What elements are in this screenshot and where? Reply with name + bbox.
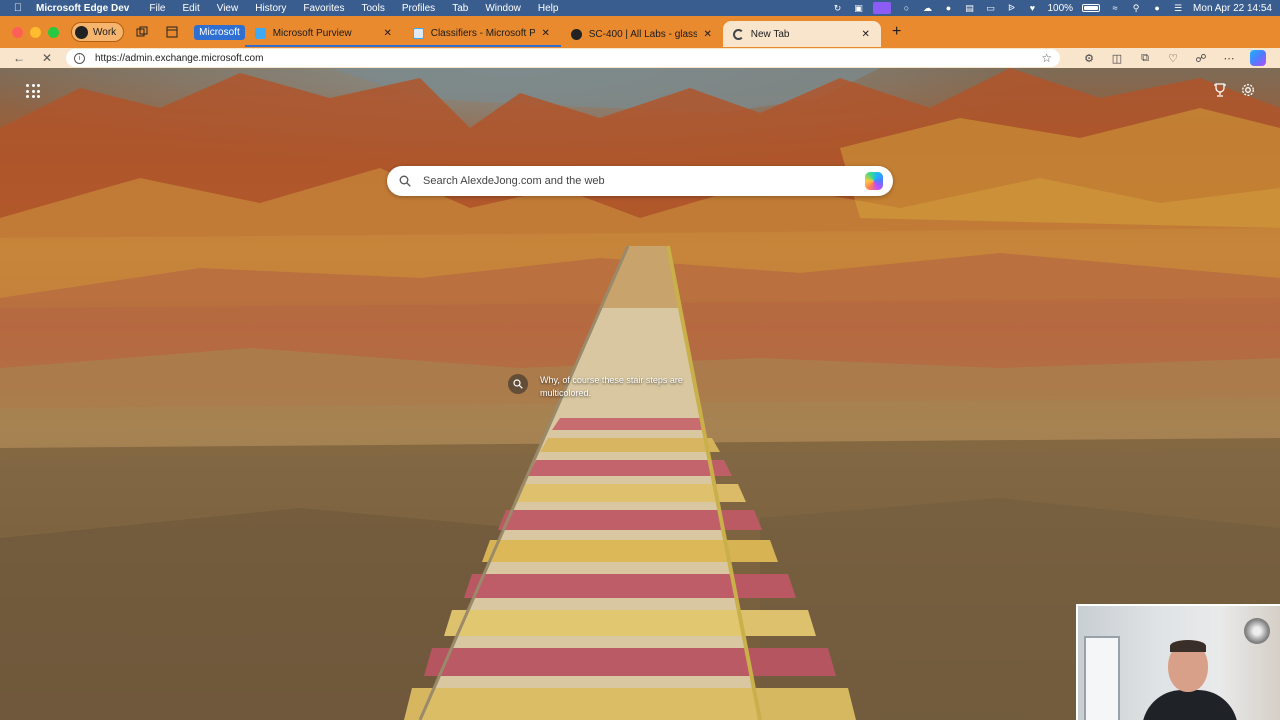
window-controls <box>12 26 59 38</box>
tab-title: Classifiers - Microsoft Purview <box>430 27 535 39</box>
address-bar-url[interactable]: https://admin.exchange.microsoft.com <box>95 53 1041 64</box>
close-tab-icon[interactable]: ✕ <box>539 28 553 39</box>
close-tab-icon[interactable]: ✕ <box>859 29 873 40</box>
document-icon[interactable]: ▤ <box>963 3 975 13</box>
more-options-icon[interactable]: ⋯ <box>1222 51 1236 65</box>
browser-toolbar: ← ✕ i https://admin.exchange.microsoft.c… <box>0 48 1280 68</box>
spotlight-search-icon[interactable]: ⚲ <box>1130 3 1142 13</box>
browser-essentials-icon[interactable]: ♡ <box>1166 51 1180 65</box>
copilot-search-icon[interactable] <box>865 172 883 190</box>
macos-menu-bar:  Microsoft Edge Dev File Edit View Hist… <box>0 0 1280 16</box>
menu-file[interactable]: File <box>149 3 165 14</box>
copilot-icon[interactable] <box>1250 50 1266 66</box>
web-search-box[interactable] <box>387 166 893 196</box>
favorite-star-icon[interactable]: ☆ <box>1041 51 1052 65</box>
menu-tools[interactable]: Tools <box>361 3 384 14</box>
bluetooth-icon[interactable]: ᐉ <box>1005 3 1017 13</box>
tab-actions-icon <box>166 26 178 38</box>
menu-profiles[interactable]: Profiles <box>402 3 435 14</box>
circle-status-icon[interactable]: ○ <box>900 3 912 13</box>
tab-microsoft-purview[interactable]: Microsoft Purview ✕ <box>244 21 403 47</box>
extensions-icon[interactable]: ⚙ <box>1082 51 1096 65</box>
purview-icon <box>412 27 424 39</box>
site-info-icon[interactable]: i <box>74 52 85 64</box>
menu-favorites[interactable]: Favorites <box>303 3 344 14</box>
page-settings-gear-icon[interactable] <box>1240 82 1256 98</box>
profile-avatar <box>75 25 88 39</box>
menu-edit[interactable]: Edit <box>182 3 199 14</box>
sync-icon[interactable]: ↻ <box>831 3 843 13</box>
rewards-trophy-icon[interactable] <box>1212 82 1228 98</box>
split-screen-icon[interactable]: ◫ <box>1110 51 1124 65</box>
control-center-icon[interactable]: ☰ <box>1172 3 1184 13</box>
collections-icon[interactable]: ⧉ <box>1138 51 1152 65</box>
tab-classifiers-purview[interactable]: Classifiers - Microsoft Purview ✕ <box>402 21 561 47</box>
status-area: ↻ ▣ ○ ☁ ● ▤ ▭ ᐉ ♥ 100% ≈ ⚲ ● ☰ Mon Apr 2… <box>831 2 1280 14</box>
toolbar-actions: ⚙ ◫ ⧉ ♡ ☍ ⋯ <box>1082 50 1266 66</box>
purview-icon <box>254 27 266 39</box>
wifi-icon[interactable]: ≈ <box>1109 3 1121 13</box>
webcam-background-window <box>1084 636 1120 720</box>
menu-tab[interactable]: Tab <box>452 3 468 14</box>
tab-title: New Tab <box>750 28 790 40</box>
tab-strip: Work Microsoft Microsoft Purview ✕ Class… <box>0 16 1280 48</box>
close-window-button[interactable] <box>12 26 23 38</box>
loading-spinner-icon <box>732 28 744 40</box>
back-arrow-icon[interactable]: ← <box>10 49 28 67</box>
menu-help[interactable]: Help <box>538 3 559 14</box>
tab-actions-button[interactable] <box>160 21 184 43</box>
close-tab-icon[interactable]: ✕ <box>701 29 715 40</box>
minimize-window-button[interactable] <box>30 26 41 38</box>
visual-search-icon[interactable] <box>508 374 528 394</box>
tab-new-tab[interactable]: New Tab ✕ <box>722 21 881 47</box>
app-menu: Microsoft Edge Dev File Edit View Histor… <box>36 3 575 14</box>
screen-record-icon[interactable]: ▣ <box>852 3 864 13</box>
menu-window[interactable]: Window <box>485 3 521 14</box>
app-launcher-icon[interactable] <box>26 84 40 98</box>
address-bar[interactable]: i https://admin.exchange.microsoft.com ☆ <box>66 49 1060 67</box>
search-input[interactable] <box>423 175 865 187</box>
menu-history[interactable]: History <box>255 3 286 14</box>
profile-label: Work <box>93 26 117 38</box>
close-tab-icon[interactable]: ✕ <box>381 28 395 39</box>
glasspaper-icon <box>570 28 582 40</box>
profile-button[interactable]: Work <box>71 22 125 42</box>
tab-glasspaper[interactable]: SC-400 | All Labs - glasspaper ✕ <box>561 21 723 47</box>
app-status-icon[interactable] <box>873 2 892 14</box>
display-icon[interactable]: ▭ <box>984 3 996 13</box>
zoom-window-button[interactable] <box>48 26 59 38</box>
heart-icon[interactable]: ♥ <box>1026 3 1038 13</box>
image-info-caption[interactable]: Why, of course these stair steps are mul… <box>508 374 705 400</box>
new-tab-button[interactable]: + <box>887 23 907 41</box>
webcam-overlay <box>1076 604 1280 720</box>
tab-title: SC-400 | All Labs - glasspaper <box>588 28 697 40</box>
user-switch-icon[interactable]: ● <box>1151 3 1163 13</box>
workspaces-icon <box>136 26 148 37</box>
cloud-icon[interactable]: ☁ <box>921 3 933 13</box>
menu-clock[interactable]: Mon Apr 22 14:54 <box>1193 3 1272 14</box>
tab-group-label[interactable]: Microsoft <box>194 24 245 40</box>
webcam-background-lamp <box>1244 618 1270 644</box>
image-caption-text[interactable]: Why, of course these stair steps are mul… <box>540 374 705 400</box>
battery-percent: 100% <box>1047 2 1074 14</box>
stop-loading-icon[interactable]: ✕ <box>38 49 56 67</box>
notification-icon[interactable]: ● <box>942 3 954 13</box>
presenter-body <box>1142 690 1238 720</box>
menu-view[interactable]: View <box>217 3 239 14</box>
workspaces-button[interactable] <box>130 21 154 43</box>
share-icon[interactable]: ☍ <box>1194 51 1208 65</box>
tab-title: Microsoft Purview <box>272 27 352 39</box>
apple-menu-icon[interactable]:  <box>0 2 36 14</box>
battery-icon[interactable] <box>1082 4 1101 12</box>
search-icon <box>399 175 411 187</box>
menu-app-name[interactable]: Microsoft Edge Dev <box>36 3 129 14</box>
presenter-hair <box>1170 640 1206 652</box>
